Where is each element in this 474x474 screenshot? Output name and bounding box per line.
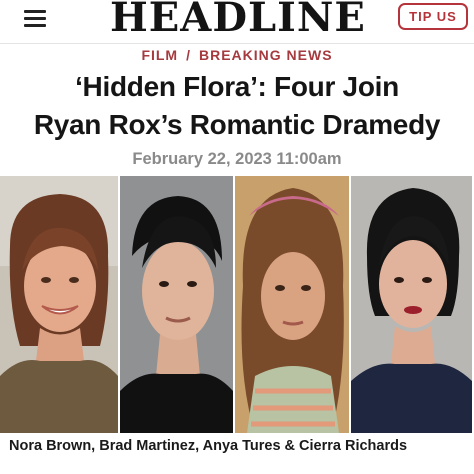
- header-divider: [0, 43, 474, 44]
- cast-photo-1: [0, 176, 118, 433]
- hamburger-menu-icon[interactable]: [24, 8, 48, 28]
- article-title-line-2: Ryan Rox’s Romantic Dramedy: [33, 109, 441, 140]
- article-title: ‘Hidden Flora’: Four Join Ryan Rox’s Rom…: [0, 68, 474, 144]
- site-logo[interactable]: HEADLINE: [110, 0, 365, 41]
- image-caption: Nora Brown, Brad Martinez, Anya Tures & …: [9, 438, 408, 454]
- cast-photo-collage[interactable]: [0, 176, 474, 433]
- breadcrumb: FILM / BREAKING NEWS: [0, 46, 474, 64]
- top-bar: HEADLINE TIP US: [0, 0, 474, 42]
- breadcrumb-breaking-news-link[interactable]: BREAKING NEWS: [199, 46, 333, 64]
- cast-photo-4: [351, 176, 472, 433]
- breadcrumb-separator: /: [186, 47, 191, 63]
- breadcrumb-film-link[interactable]: FILM: [141, 46, 178, 64]
- cast-photo-3: [235, 176, 349, 433]
- cast-photo-2: [120, 176, 233, 433]
- tip-us-button[interactable]: TIP US: [398, 3, 468, 30]
- article-date: February 22, 2023 11:00am: [132, 150, 342, 168]
- article-title-line-1: ‘Hidden Flora’: Four Join: [75, 71, 399, 102]
